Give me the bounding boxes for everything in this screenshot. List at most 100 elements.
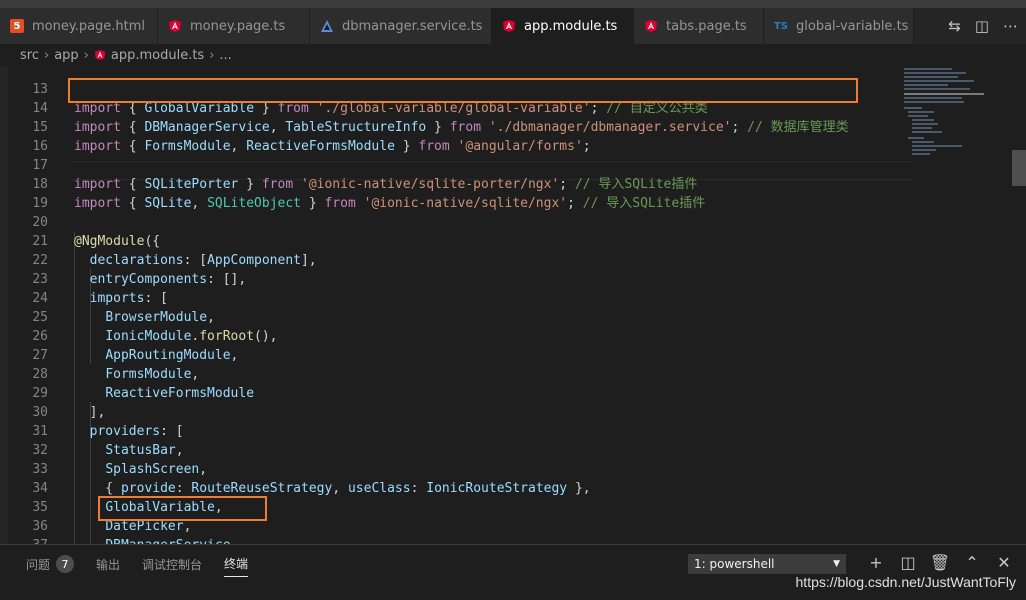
angular-icon (502, 19, 516, 33)
code-line[interactable]: 38 SQLite, (8, 536, 908, 544)
activity-strip (0, 66, 8, 544)
tab-actions: ⇆ ◫ ⋯ (934, 8, 1026, 44)
code-line[interactable]: 17 import { SQLitePorter } from '@ionic-… (8, 137, 908, 192)
minimap-line (912, 153, 930, 155)
tab-label: money.page.ts (190, 18, 286, 34)
code-line[interactable]: 29 ], (8, 365, 908, 420)
breadcrumb-file[interactable]: app.module.ts (111, 48, 204, 63)
tab-label: tabs.page.ts (666, 18, 747, 34)
highlight-box-import (68, 78, 858, 103)
minimap-line (904, 88, 970, 90)
minimap-line (912, 123, 938, 125)
angular-icon (94, 49, 106, 61)
minimap-line (912, 131, 942, 133)
problems-count-badge: 7 (56, 555, 75, 573)
tab-money-page-ts[interactable]: money.page.ts (158, 8, 310, 44)
minimap[interactable] (896, 66, 1006, 166)
tab-label: dbmanager.service.ts (342, 18, 483, 34)
minimap-line (912, 119, 934, 121)
minimap-line (904, 97, 962, 99)
editor-tabs: 5 money.page.html money.page.ts dbmanage… (0, 8, 1026, 44)
tab-dbmanager-service-ts[interactable]: dbmanager.service.ts (310, 8, 492, 44)
panel-tabs: 问题 7 输出 调试控制台 终端 (26, 555, 270, 577)
code-line[interactable]: 22 entryComponents: [], (8, 232, 908, 287)
chevron-right-icon: › (83, 47, 89, 63)
split-icon[interactable]: ◫ (892, 553, 924, 572)
code-line[interactable]: 28 ReactiveFormsModule (8, 346, 908, 401)
tab-terminal[interactable]: 终端 (224, 555, 249, 577)
tab-global-variable-ts[interactable]: TS global-variable.ts (764, 8, 914, 44)
scrollbar-thumb[interactable] (1012, 150, 1026, 186)
code-editor[interactable]: 13 import { GlobalVariable } from './glo… (8, 66, 1026, 544)
minimap-line (908, 115, 928, 117)
angular-service-icon (320, 19, 334, 33)
minimap-line (904, 76, 958, 78)
minimap-line (904, 68, 952, 70)
tab-app-module-ts[interactable]: app.module.ts (492, 8, 634, 44)
code-line[interactable]: 21 declarations: [AppComponent], (8, 213, 908, 268)
code-line[interactable]: 25 IonicModule.forRoot(), (8, 289, 908, 344)
code-line[interactable]: 33 { provide: RouteReuseStrategy, useCla… (8, 441, 908, 496)
vertical-scrollbar[interactable] (1012, 66, 1026, 544)
terminal-select[interactable]: 1: powershell ▼ (688, 554, 846, 574)
open-changes-icon[interactable]: ⇆ (948, 17, 961, 35)
breadcrumb-tail[interactable]: ... (219, 48, 231, 63)
code-line[interactable]: 31 StatusBar, (8, 403, 908, 458)
code-line[interactable]: 32 SplashScreen, (8, 422, 908, 477)
close-icon[interactable]: ✕ (988, 553, 1020, 572)
tab-label: global-variable.ts (796, 18, 909, 34)
code-line[interactable]: 19 (8, 175, 908, 211)
minimap-line (912, 145, 962, 147)
chevron-up-icon[interactable]: ⌃ (956, 553, 988, 572)
add-icon[interactable]: + (860, 553, 892, 572)
code-line[interactable]: 27 FormsModule, (8, 327, 908, 382)
code-line[interactable]: 24 BrowserModule, (8, 270, 908, 325)
panel-actions: + ◫ 🗑 ⌃ ✕ (860, 553, 1020, 572)
minimap-line (904, 72, 966, 74)
more-actions-icon[interactable]: ⋯ (1003, 17, 1018, 35)
code-line[interactable]: 26 AppRoutingModule, (8, 308, 908, 363)
code-line[interactable]: 30 providers: [ (8, 384, 908, 439)
minimap-line (904, 101, 964, 103)
code-line[interactable]: 16 (8, 118, 908, 154)
breadcrumb-src[interactable]: src (20, 48, 39, 63)
chevron-down-icon: ▼ (833, 559, 840, 569)
split-editor-icon[interactable]: ◫ (975, 17, 989, 35)
minimap-line (908, 111, 934, 113)
highlight-box-provider (98, 496, 267, 521)
bottom-panel: 问题 7 输出 调试控制台 终端 1: powershell ▼ + ◫ 🗑 ⌃… (0, 544, 1026, 600)
watermark: https://blog.csdn.net/JustWantToFly (795, 574, 1016, 590)
tab-tabs-page-ts[interactable]: tabs.page.ts (634, 8, 764, 44)
tab-label: 问题 (26, 557, 51, 572)
code-line[interactable]: 18 import { SQLite, SQLiteObject } from … (8, 156, 908, 211)
minimap-line (912, 141, 934, 143)
angular-icon (644, 19, 658, 33)
tab-output[interactable]: 输出 (96, 556, 120, 577)
tab-label: money.page.html (32, 18, 146, 34)
window-top-strip (0, 0, 1026, 8)
tab-label: 输出 (96, 557, 121, 572)
tab-problems[interactable]: 问题 7 (26, 555, 75, 577)
tab-label: 终端 (224, 557, 249, 571)
terminal-select-value: 1: powershell (694, 557, 775, 571)
chevron-right-icon: › (43, 47, 50, 63)
code-line[interactable]: 34 GlobalVariable, (8, 460, 908, 515)
minimap-line (904, 93, 984, 95)
tab-label: app.module.ts (524, 18, 618, 34)
trash-icon[interactable]: 🗑 (924, 553, 956, 572)
angular-icon (168, 19, 182, 33)
tab-debug-console[interactable]: 调试控制台 (142, 556, 202, 577)
minimap-line (904, 84, 948, 86)
minimap-line (908, 137, 924, 139)
minimap-line (912, 149, 936, 151)
tab-money-page-html[interactable]: 5 money.page.html (0, 8, 158, 44)
tab-label: 调试控制台 (142, 557, 203, 572)
typescript-icon: TS (773, 20, 789, 32)
html5-icon: 5 (10, 19, 24, 33)
breadcrumb-app[interactable]: app (54, 48, 78, 63)
code-line[interactable]: 20 @NgModule({ (8, 194, 908, 249)
minimap-line (912, 127, 932, 129)
breadcrumb: src › app › app.module.ts › ... (0, 44, 1026, 66)
code-line[interactable]: 23 imports: [ (8, 251, 908, 306)
minimap-line (904, 80, 974, 82)
